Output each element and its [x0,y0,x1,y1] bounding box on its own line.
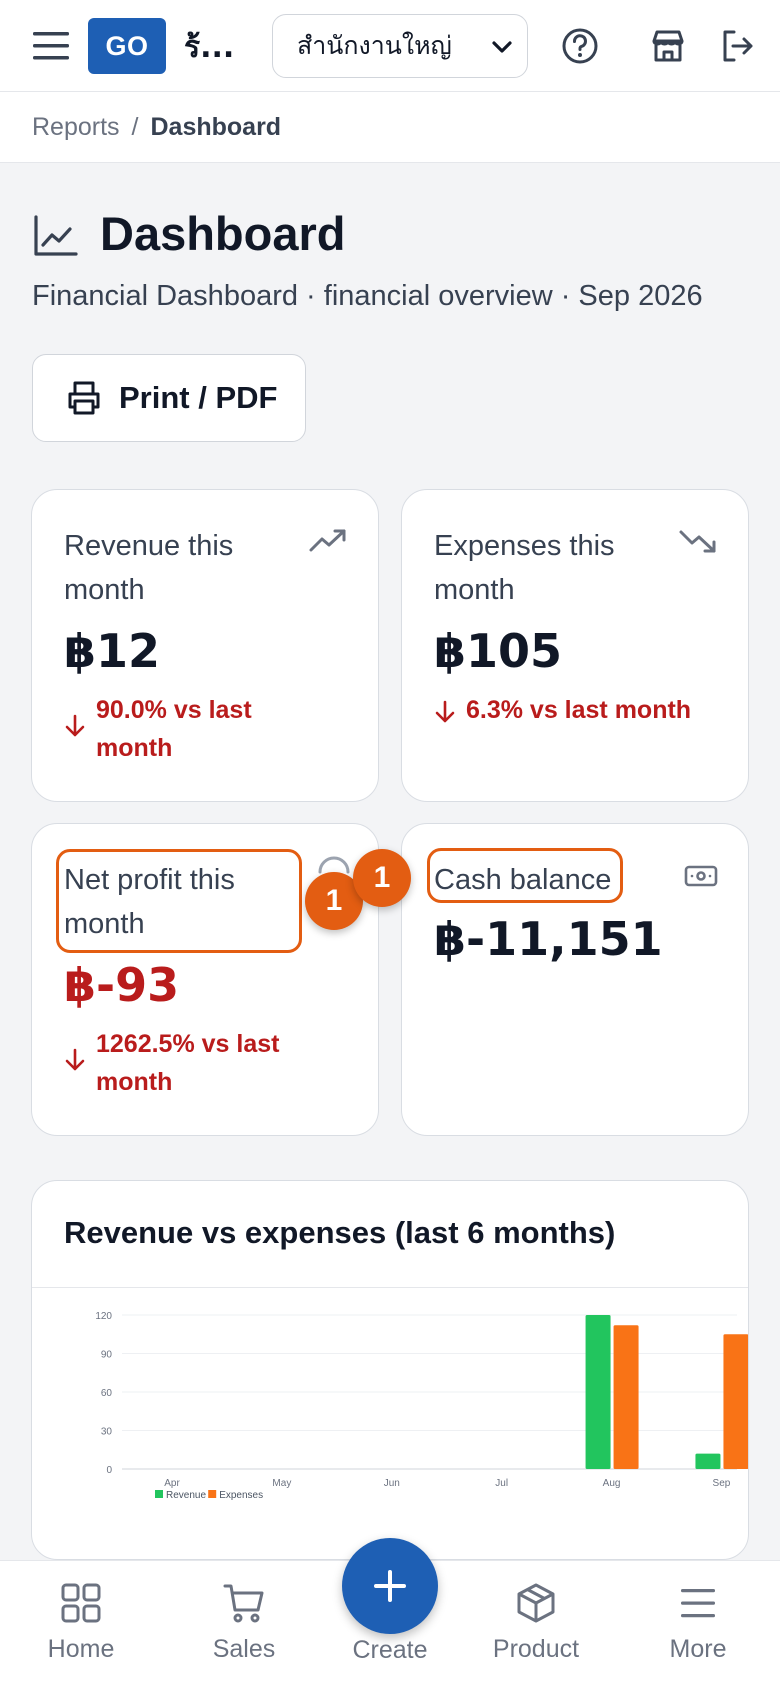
logout-icon[interactable] [718,26,758,66]
chart-bar-revenue [585,1315,611,1469]
store-icon[interactable] [648,26,688,66]
net-profit-label: Net profit this month [64,864,235,940]
net-profit-trend-text: 1262.5% vs last month [96,1030,280,1096]
page-subtitle: Financial Dashboard · financial overview… [32,280,703,312]
grid-icon [61,1583,101,1623]
cash-balance-value: ฿-11,151 [434,912,663,966]
chart-title: Revenue vs expenses (last 6 months) [64,1215,616,1250]
annotation-badge: 1 [353,849,411,907]
x-tick-label: Jul [495,1478,508,1489]
arrow-down-icon [65,714,85,737]
expenses-trend-text: 6.3% vs last month [466,696,692,724]
x-tick-label: Sep [713,1478,731,1489]
expenses-card: Expenses this month ฿105 6.3% vs last mo… [401,489,749,802]
net-profit-trend: 1262.5% vs last month [64,1025,324,1101]
hamburger-menu-icon[interactable] [32,28,70,64]
x-tick-label: Aug [603,1478,621,1489]
create-button[interactable] [342,1538,438,1634]
shop-name[interactable]: ร้... [184,24,234,71]
print-pdf-label: Print / PDF [119,380,278,415]
expenses-trend: 6.3% vs last month [434,691,734,729]
breadcrumb-current: Dashboard [150,112,282,141]
nav-sales-label: Sales [212,1635,276,1663]
chart-bar-revenue [695,1453,721,1469]
y-tick-label: 120 [95,1311,112,1322]
top-bar: GO ร้... สำนักงานใหญ่ [0,0,780,92]
branch-select[interactable]: สำนักงานใหญ่ [272,14,528,78]
nav-more[interactable]: More [628,1581,768,1664]
x-tick-label: May [272,1478,291,1489]
expenses-value: ฿105 [434,624,563,678]
trending-up-icon [309,529,346,552]
breadcrumb-separator: / [131,112,139,141]
menu-icon [681,1589,715,1618]
trending-down-icon [679,530,716,553]
arrow-down-icon [65,1048,85,1071]
chevron-down-icon [492,41,512,53]
nav-product[interactable]: Product [466,1581,606,1664]
net-profit-card: Net profit this month ฿-93 1262.5% vs la… [31,823,379,1136]
nav-product-label: Product [492,1635,580,1663]
cart-icon [223,1584,264,1623]
x-tick-label: Jun [384,1478,400,1489]
x-tick-label: Apr [164,1478,180,1489]
legend-swatch-expenses [208,1490,217,1498]
legend-swatch-revenue [155,1490,163,1498]
banknote-icon [684,865,718,887]
revenue-card: Revenue this month ฿12 90.0% vs last mon… [31,489,379,802]
print-pdf-button[interactable]: Print / PDF [32,354,306,442]
expenses-label: Expenses this month [434,530,615,606]
y-tick-label: 0 [106,1465,112,1476]
nav-more-label: More [669,1635,727,1663]
revenue-trend: 90.0% vs last month [64,691,324,767]
legend-label: Revenue [166,1490,206,1501]
line-chart-icon [34,215,78,256]
breadcrumb: Reports / Dashboard [0,92,780,163]
revenue-expenses-chart-card: Revenue vs expenses (last 6 months) 0 30 6… [31,1180,749,1560]
nav-sales[interactable]: Sales [174,1581,314,1664]
chart-bar-expenses [613,1325,639,1469]
net-profit-value: ฿-93 [64,958,180,1012]
chart-divider [32,1287,748,1288]
package-icon [517,1583,555,1623]
app-logo[interactable]: GO [88,18,166,74]
legend-label: Expenses [219,1490,263,1501]
nav-home[interactable]: Home [11,1581,151,1664]
revenue-trend-text: 90.0% vs last month [96,696,252,762]
nav-create-label: Create [352,1636,428,1664]
breadcrumb-reports-link[interactable]: Reports [32,113,120,142]
y-tick-label: 60 [101,1388,113,1399]
printer-icon [68,381,100,415]
y-tick-label: 90 [101,1350,113,1361]
cash-balance-label: Cash balance [434,864,612,896]
branch-select-value: สำนักงานใหญ่ [297,31,452,60]
page-title: Dashboard [100,207,346,260]
chart-bar-expenses [723,1334,748,1469]
cash-balance-card: Cash balance ฿-11,151 [401,823,749,1136]
plus-icon [374,1570,406,1602]
arrow-down-icon [435,700,455,723]
help-icon[interactable] [560,26,600,66]
nav-home-label: Home [47,1635,115,1663]
y-tick-label: 30 [101,1427,113,1438]
revenue-value: ฿12 [64,624,161,678]
bar-chart: 0 30 60 90 120 Apr May Jun Jul Aug Sep Revenue Expen… [95,1311,748,1501]
revenue-label: Revenue this month [64,530,234,606]
